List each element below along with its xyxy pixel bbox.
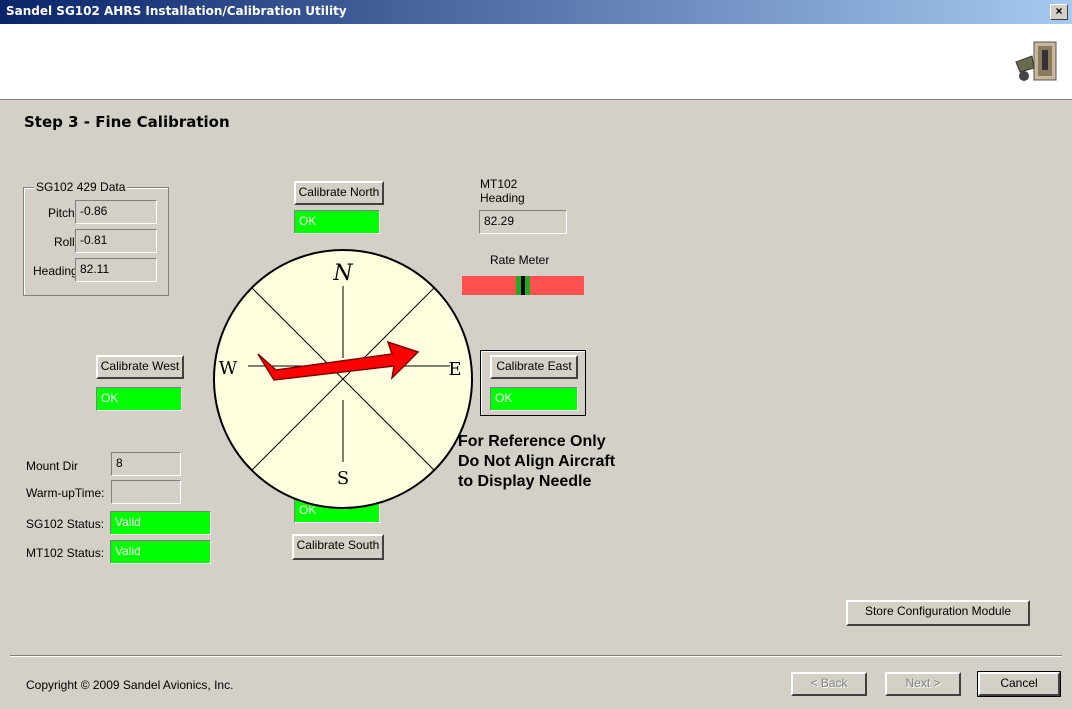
calibrate-south-button[interactable]: Calibrate South [292,534,384,560]
footer-divider [10,655,1062,657]
store-configuration-button[interactable]: Store Configuration Module [846,600,1030,626]
ahrs-device-icon [1015,41,1057,81]
next-button[interactable]: Next > [885,672,961,696]
reference-note-line2: Do Not Align Aircraft [458,453,616,470]
mt102-heading-value: 82.29 [479,210,567,234]
calibrate-west-status: OK [96,387,182,411]
pitch-label: Pitch: [48,206,79,220]
copyright-text: Copyright © 2009 Sandel Avionics, Inc. [26,678,234,692]
compass-rose: N S W E [213,249,473,509]
mount-dir-value: 8 [111,452,181,476]
pitch-value: -0.86 [75,200,157,224]
window-title: Sandel SG102 AHRS Installation/Calibrati… [6,4,347,18]
mt102-status-label: MT102 Status: [26,546,105,560]
close-button[interactable]: × [1050,4,1068,20]
rate-meter [462,276,584,295]
mt102-status-value: Valid [110,540,211,564]
mt102-heading-label: Heading [480,191,525,205]
reference-note-line1: For Reference Only [458,433,606,450]
header-banner [0,24,1072,100]
compass-south-label: S [337,468,349,489]
warmup-time-label: Warm-upTime: [26,486,105,500]
title-bar: Sandel SG102 AHRS Installation/Calibrati… [0,0,1072,24]
compass-north-label: N [332,261,353,286]
warmup-time-value [111,480,181,504]
mt102-label: MT102 [480,177,518,191]
back-button[interactable]: < Back [791,672,867,696]
sg102-status-label: SG102 Status: [26,517,105,531]
compass-west-label: W [219,358,238,379]
calibrate-north-button[interactable]: Calibrate North [294,181,384,205]
reference-note: For Reference Only Do Not Align Aircraft… [458,432,615,492]
heading-label: Heading: [33,264,82,278]
sg102-status-value: Valid [110,511,211,535]
calibrate-east-status: OK [490,387,578,411]
rate-meter-label: Rate Meter [490,253,550,267]
calibrate-north-status: OK [294,210,380,234]
heading-value: 82.11 [75,258,157,282]
mount-dir-label: Mount Dir [26,459,79,473]
reference-note-line3: to Display Needle [458,473,592,490]
compass-east-label: E [448,359,461,380]
calibrate-east-button[interactable]: Calibrate East [490,355,578,379]
cancel-button[interactable]: Cancel [977,671,1061,697]
step-title: Step 3 - Fine Calibration [24,113,230,131]
roll-value: -0.81 [75,229,157,253]
rate-meter-needle [521,276,525,295]
sg102-data-legend: SG102 429 Data [34,180,128,194]
calibrate-west-button[interactable]: Calibrate West [96,355,184,379]
